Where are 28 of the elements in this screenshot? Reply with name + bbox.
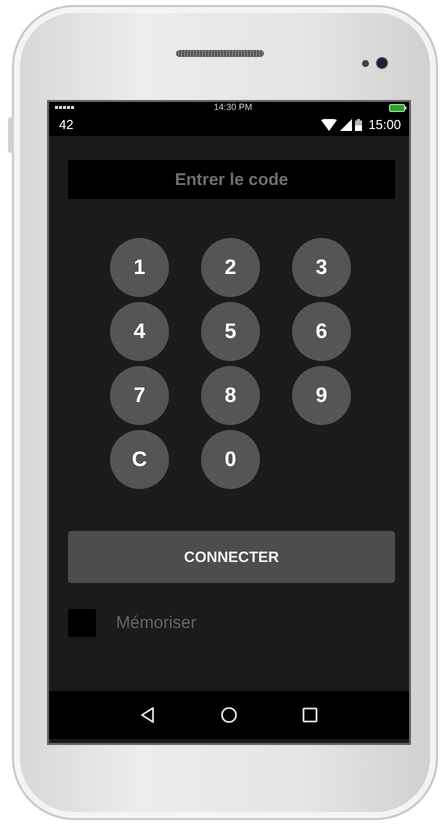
keypad-key[interactable]: 6 (292, 302, 351, 361)
keypad-key[interactable]: 2 (201, 238, 260, 297)
signal-dots-icon (55, 106, 77, 110)
home-icon[interactable] (220, 706, 238, 724)
remember-label: Mémoriser (116, 613, 196, 633)
wifi-icon (321, 118, 338, 130)
cellular-signal-icon (340, 118, 352, 130)
recent-apps-icon[interactable] (301, 706, 320, 724)
keypad-key[interactable]: 7 (110, 366, 169, 425)
status-time: 15:00 (368, 117, 401, 132)
sensor-dot (362, 60, 369, 66)
back-icon[interactable] (138, 706, 157, 724)
keypad-key[interactable]: 9 (292, 366, 351, 425)
keypad-key[interactable]: 5 (201, 302, 260, 361)
remember-checkbox[interactable] (68, 609, 96, 637)
code-input-field[interactable]: Entrer le code (68, 160, 395, 199)
battery-icon (355, 118, 362, 130)
keypad-key[interactable]: C (110, 430, 169, 489)
keypad-key[interactable]: 8 (201, 366, 260, 425)
connect-button[interactable]: CONNECTER (68, 531, 395, 583)
battery-icon (389, 103, 407, 112)
keypad-key[interactable]: 0 (201, 430, 260, 489)
device-time: 14:30 PM (214, 102, 252, 113)
keypad-key[interactable]: 1 (110, 238, 169, 297)
keypad-key[interactable]: 4 (110, 302, 169, 361)
status-text: 42 (59, 117, 74, 132)
camera-lens (376, 57, 388, 69)
keypad-key[interactable]: 3 (292, 238, 351, 297)
